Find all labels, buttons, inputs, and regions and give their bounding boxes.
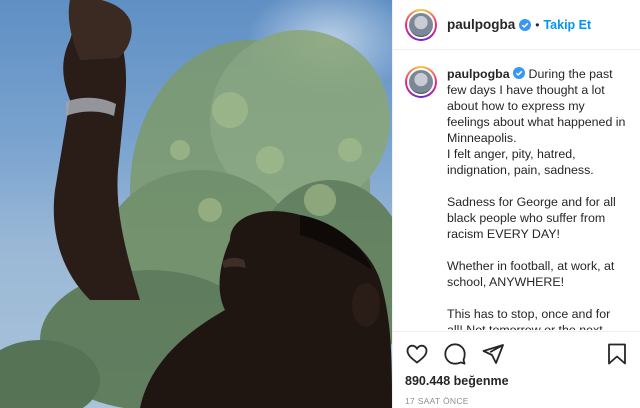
post-photo-illustration — [0, 0, 392, 408]
post-photo[interactable] — [0, 0, 392, 408]
separator-dot: • — [535, 17, 540, 32]
bookmark-icon[interactable] — [605, 342, 629, 366]
caption-body: During the past few days I have thought … — [447, 67, 626, 330]
caption-section: paulpogba During the past few days I hav… — [393, 50, 640, 330]
action-icons — [405, 340, 629, 368]
post-timestamp[interactable]: 17 SAAT ÖNCE — [405, 396, 629, 406]
likes-count[interactable]: 890.448 beğenme — [405, 374, 629, 388]
post-header: paulpogba • Takip Et — [393, 0, 640, 50]
post-actions: 890.448 beğenme 17 SAAT ÖNCE — [393, 331, 640, 408]
post-side-panel: paulpogba • Takip Et paulpogba During th… — [392, 0, 640, 408]
verified-badge-icon — [519, 18, 532, 31]
caption-avatar[interactable] — [405, 66, 437, 98]
caption-username[interactable]: paulpogba — [447, 67, 510, 81]
caption-verified-icon — [513, 67, 526, 79]
avatar[interactable] — [405, 8, 437, 41]
heart-icon[interactable] — [405, 342, 429, 366]
comment-icon[interactable] — [443, 342, 467, 366]
username-link[interactable]: paulpogba — [447, 17, 515, 32]
caption-text: paulpogba During the past few days I hav… — [447, 66, 628, 330]
share-icon[interactable] — [481, 342, 505, 366]
follow-button[interactable]: Takip Et — [543, 18, 591, 32]
